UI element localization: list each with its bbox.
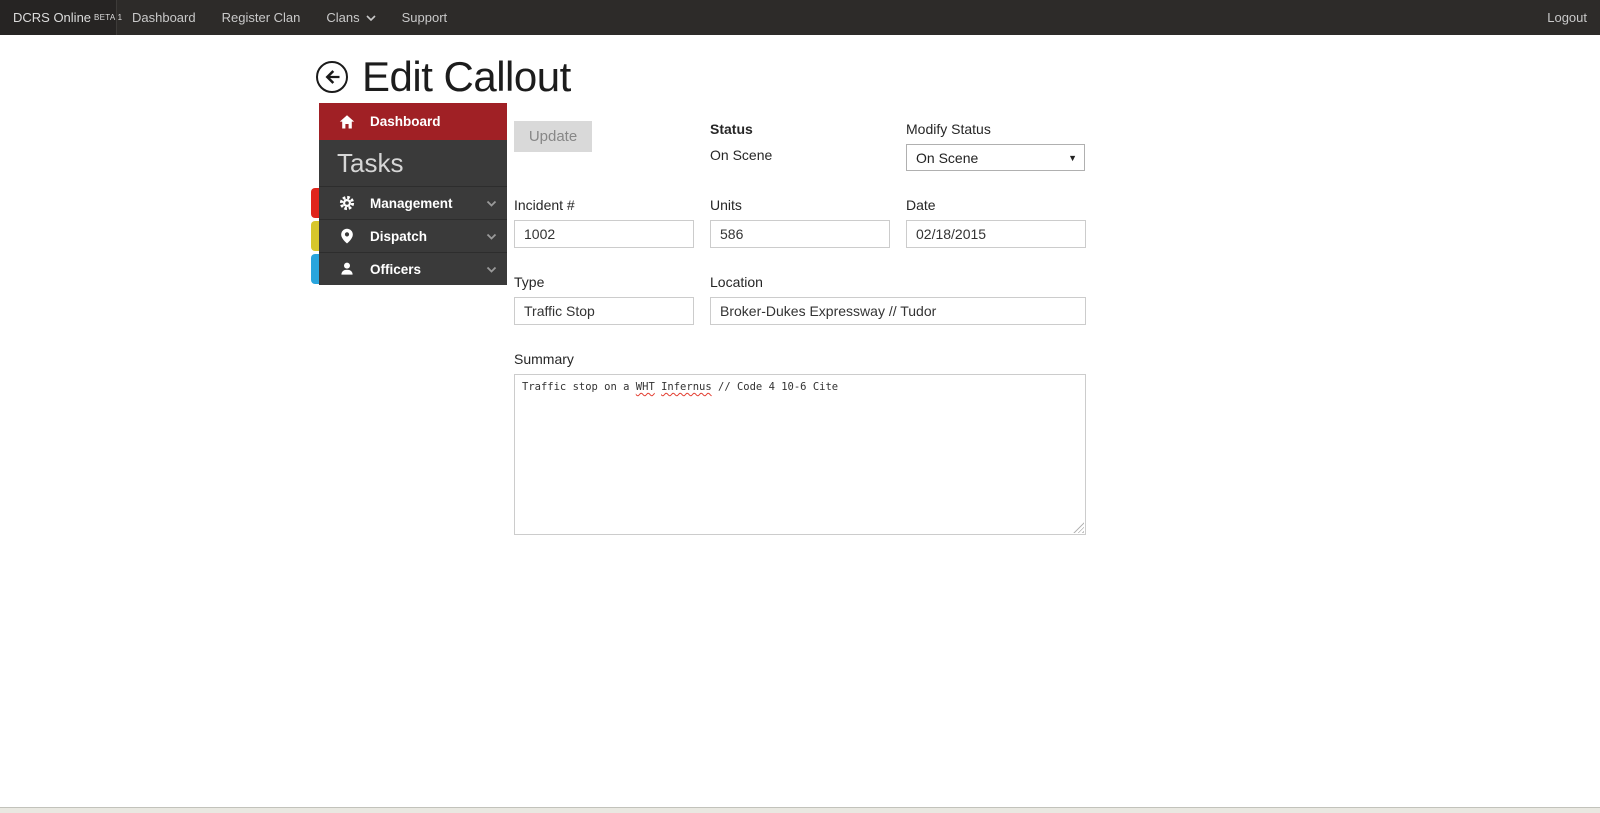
type-label: Type xyxy=(514,274,545,290)
location-input[interactable] xyxy=(710,297,1086,325)
person-icon xyxy=(339,261,355,277)
incident-input[interactable] xyxy=(514,220,694,248)
back-icon[interactable] xyxy=(315,60,349,94)
logout-link[interactable]: Logout xyxy=(1534,0,1600,35)
modify-status-cell: Modify Status On Scene ▼ xyxy=(906,121,1086,171)
logout-label: Logout xyxy=(1547,10,1587,25)
type-input[interactable] xyxy=(514,297,694,325)
units-label: Units xyxy=(710,197,742,213)
brand-name: DCRS Online xyxy=(13,10,92,25)
units-field: Units xyxy=(710,197,890,248)
sidebar-item-management[interactable]: Management xyxy=(311,186,507,219)
sidebar-item-label: Dashboard xyxy=(370,114,441,129)
date-input[interactable] xyxy=(906,220,1086,248)
top-navbar: DCRS Online BETA 1 Dashboard Register Cla… xyxy=(0,0,1600,35)
modify-status-select[interactable]: On Scene xyxy=(906,144,1085,171)
page-title: Edit Callout xyxy=(362,53,571,100)
nav-links: Dashboard Register Clan Clans Support xyxy=(119,0,460,35)
chevron-down-icon xyxy=(486,232,497,241)
nav-link-label: Clans xyxy=(326,10,360,25)
nav-link-register-clan[interactable]: Register Clan xyxy=(209,0,314,35)
gear-icon xyxy=(339,195,355,211)
units-input[interactable] xyxy=(710,220,890,248)
sidebar-item-label: Officers xyxy=(370,261,422,277)
sidebar-item-officers[interactable]: Officers xyxy=(311,252,507,285)
date-label: Date xyxy=(906,197,936,213)
page-heading: Edit Callout xyxy=(315,51,1600,103)
status-value: On Scene xyxy=(710,147,773,163)
sidebar: Dashboard Tasks Management Dispatch Offi… xyxy=(311,103,507,285)
sidebar-item-label: Management xyxy=(370,195,453,211)
sidebar-item-label: Dispatch xyxy=(370,228,428,244)
summary-textbox[interactable]: Traffic stop on a WHT Infernus // Code 4… xyxy=(514,374,1086,535)
location-field: Location xyxy=(710,274,1086,325)
nav-link-clans[interactable]: Clans xyxy=(313,0,388,35)
type-field: Type xyxy=(514,274,694,325)
content: Dashboard Tasks Management Dispatch Offi… xyxy=(311,103,1600,535)
summary-field: Summary Traffic stop on a WHT Infernus /… xyxy=(514,351,1086,535)
brand[interactable]: DCRS Online BETA 1 xyxy=(0,0,122,35)
nav-link-label: Register Clan xyxy=(221,10,301,25)
update-cell: Update xyxy=(514,121,694,171)
home-icon xyxy=(339,114,355,130)
location-label: Location xyxy=(710,274,763,290)
officers-color-tab xyxy=(311,254,319,284)
sidebar-section-header: Tasks xyxy=(319,140,507,186)
chevron-down-icon xyxy=(366,14,376,22)
incident-field: Incident # xyxy=(514,197,694,248)
sidebar-item-dashboard[interactable]: Dashboard xyxy=(319,103,507,140)
nav-link-label: Support xyxy=(401,10,448,25)
management-color-tab xyxy=(311,188,319,218)
map-pin-icon xyxy=(339,228,355,244)
chevron-down-icon xyxy=(486,265,497,274)
summary-label: Summary xyxy=(514,351,574,367)
date-field: Date xyxy=(906,197,1086,248)
nav-link-label: Dashboard xyxy=(132,10,196,25)
chevron-down-icon xyxy=(486,199,497,208)
update-button[interactable]: Update xyxy=(514,121,592,152)
nav-link-dashboard[interactable]: Dashboard xyxy=(119,0,209,35)
sidebar-item-dispatch[interactable]: Dispatch xyxy=(311,219,507,252)
form-row-type-location: Type Location xyxy=(514,274,1086,325)
modify-status-label: Modify Status xyxy=(906,121,991,137)
form-row-incident: Incident # Units Date xyxy=(514,197,1086,248)
status-cell: Status On Scene xyxy=(710,121,890,171)
edit-callout-form: Update Status On Scene Modify Status On … xyxy=(514,103,1086,535)
incident-label: Incident # xyxy=(514,197,575,213)
footer-strip xyxy=(0,807,1600,813)
dispatch-color-tab xyxy=(311,221,319,251)
form-row-status: Update Status On Scene Modify Status On … xyxy=(514,121,1086,171)
status-label: Status xyxy=(710,121,753,137)
nav-link-support[interactable]: Support xyxy=(389,0,461,35)
